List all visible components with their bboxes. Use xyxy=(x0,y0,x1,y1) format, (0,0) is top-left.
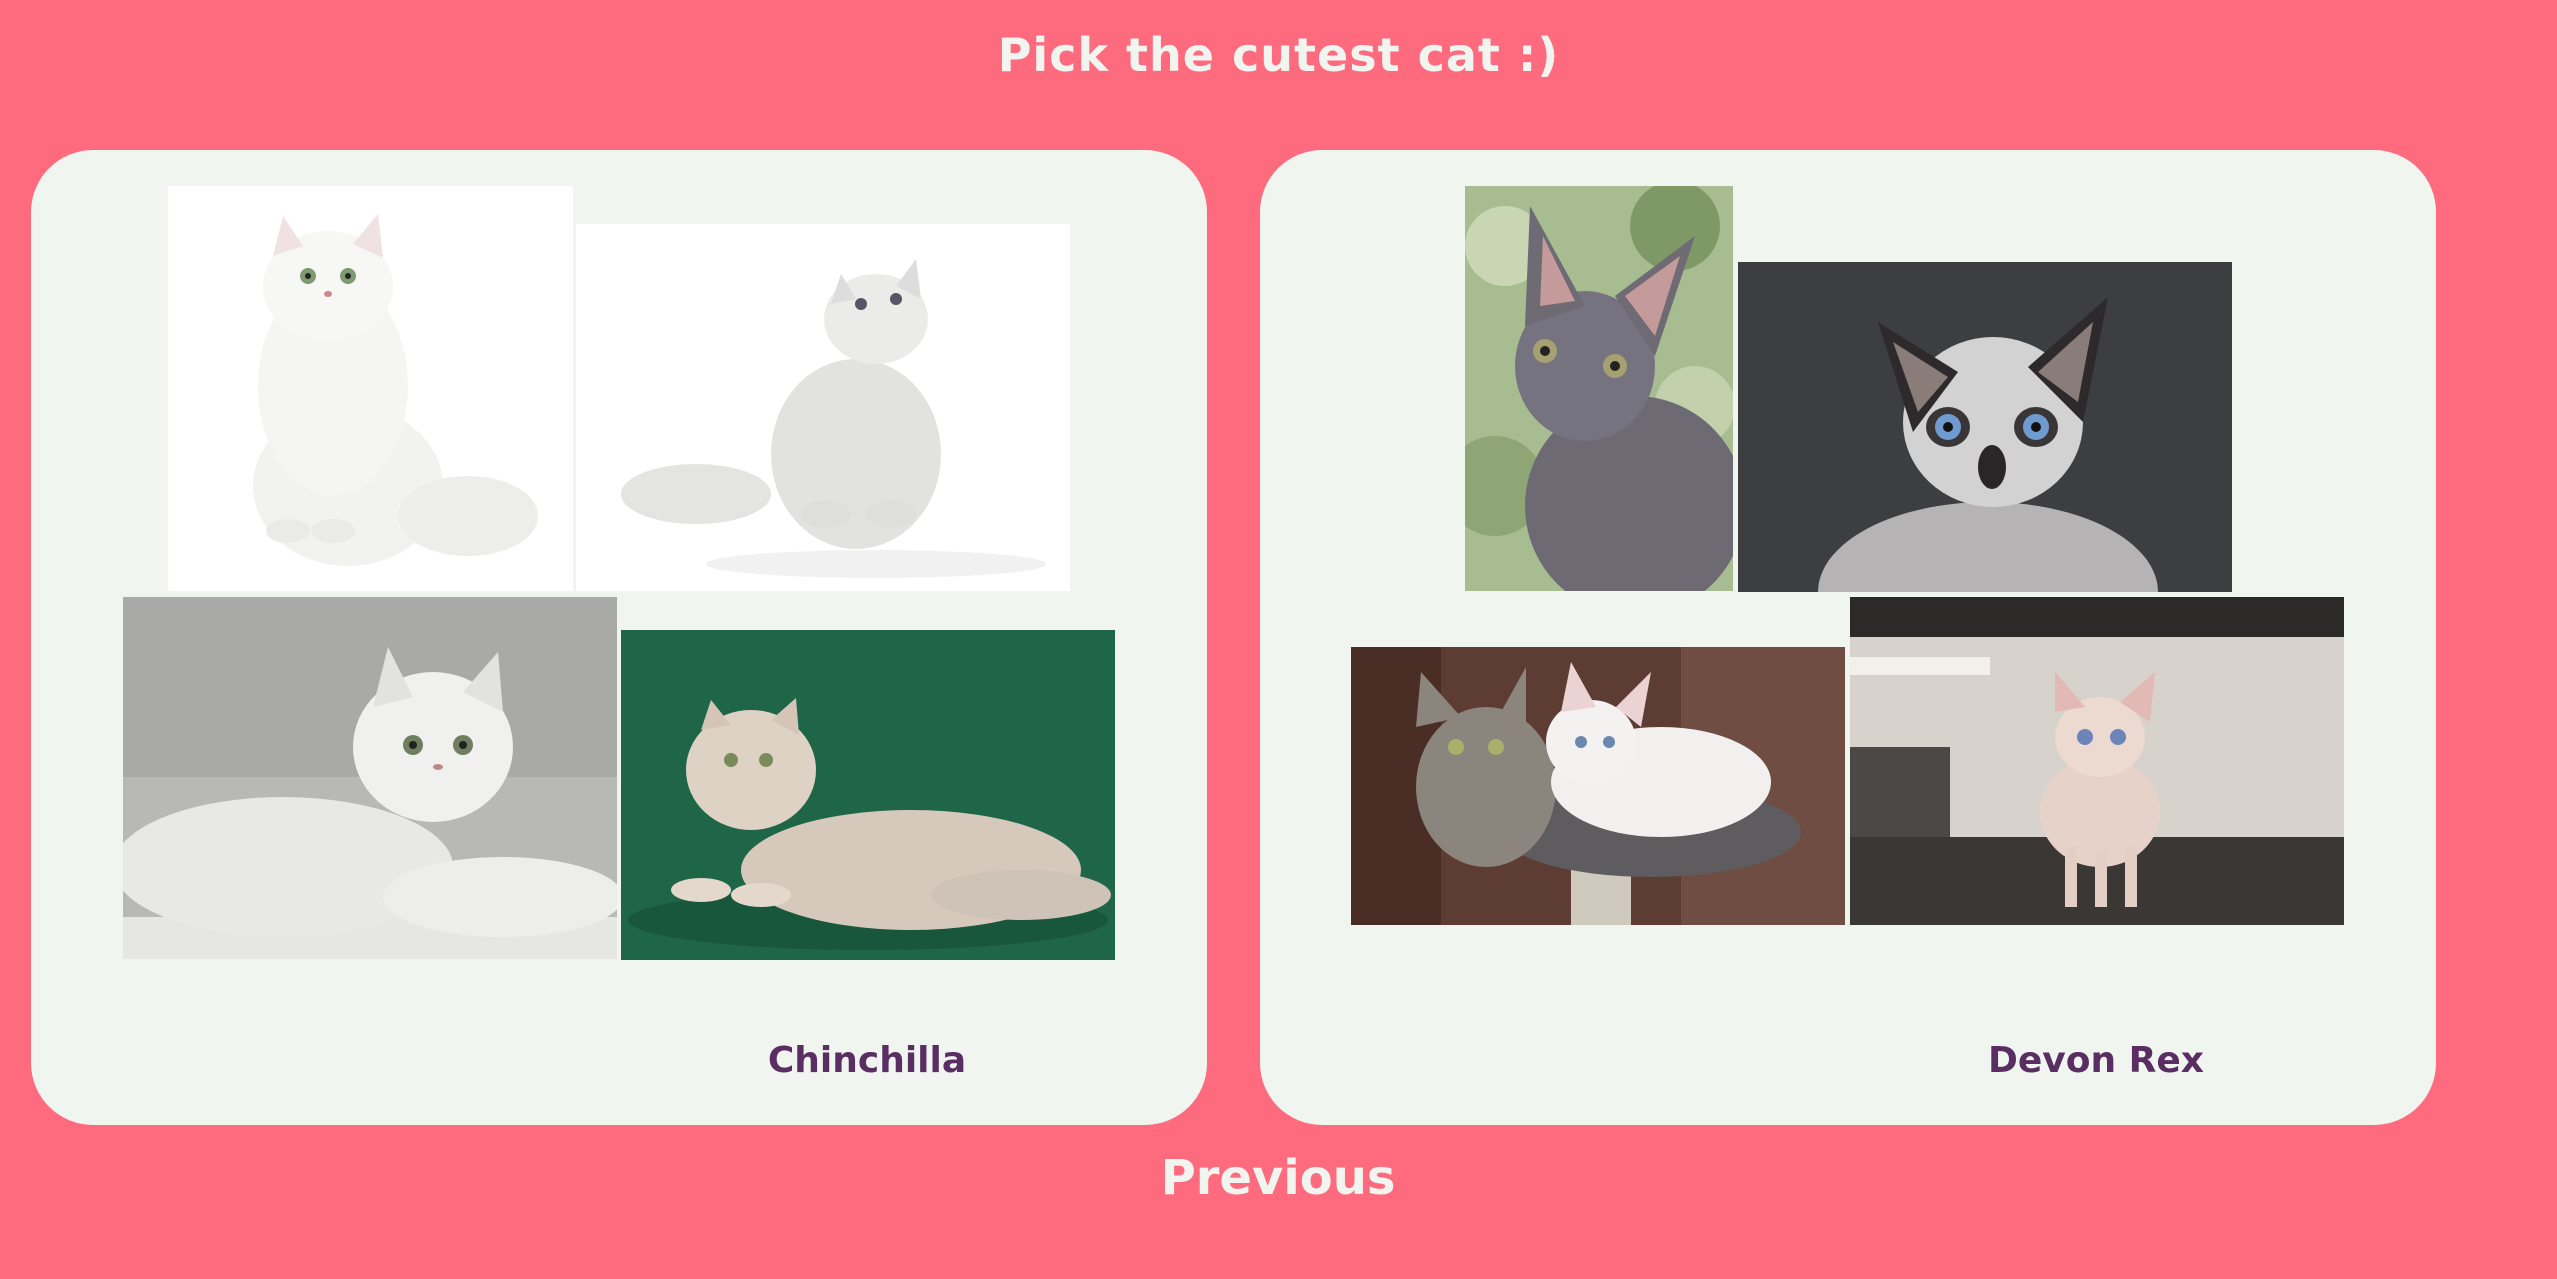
breed-name-label: Devon Rex xyxy=(1987,1040,2205,1081)
cat-photo xyxy=(1351,647,1845,925)
chinchilla-photo-4-image xyxy=(621,630,1115,960)
chinchilla-photo-1-image xyxy=(168,186,573,591)
cat-photo xyxy=(123,597,617,959)
cat-photo xyxy=(1850,597,2344,925)
devon-rex-photo-1-image xyxy=(1465,186,1733,591)
cat-photo xyxy=(168,186,573,591)
breed-name-label: Chinchilla xyxy=(767,1040,967,1081)
chinchilla-photo-3-image xyxy=(123,597,617,959)
page-title: Pick the cutest cat :) xyxy=(997,28,1560,82)
previous-button[interactable]: Previous xyxy=(1078,1150,1478,1206)
option-card-chinchilla[interactable]: Chinchilla xyxy=(31,150,1207,1125)
devon-rex-photo-4-image xyxy=(1850,597,2344,925)
devon-rex-photo-3-image xyxy=(1351,647,1845,925)
cat-photo xyxy=(1738,262,2232,592)
devon-rex-photo-2-image xyxy=(1738,262,2232,592)
chinchilla-photo-2-image xyxy=(576,224,1070,591)
cat-photo xyxy=(576,224,1070,591)
cat-photo xyxy=(621,630,1115,960)
cat-photo xyxy=(1465,186,1733,591)
option-card-devon-rex[interactable]: Devon Rex xyxy=(1260,150,2436,1125)
